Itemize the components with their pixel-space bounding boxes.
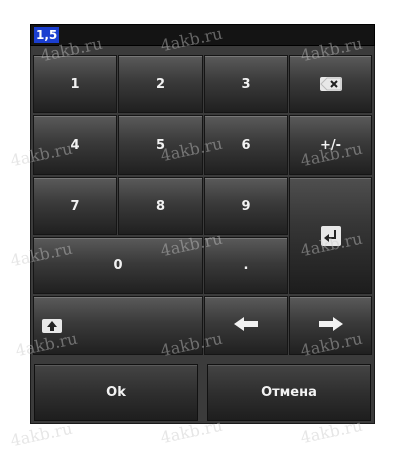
shift-up-icon: [42, 318, 62, 333]
key-4[interactable]: 4: [33, 115, 117, 175]
key-9-label: 9: [241, 198, 251, 214]
cancel-button-label: Отмена: [261, 385, 317, 400]
key-2-label: 2: [155, 76, 166, 92]
key-7[interactable]: 7: [33, 177, 117, 235]
key-9[interactable]: 9: [204, 177, 288, 235]
arrow-right-button[interactable]: [289, 296, 372, 355]
ok-button[interactable]: Ok: [34, 364, 198, 421]
key-6-label: 6: [241, 137, 251, 153]
key-6[interactable]: 6: [204, 115, 288, 175]
key-5-label: 5: [155, 137, 166, 153]
display-value-text: 1,5: [34, 27, 60, 43]
key-1[interactable]: 1: [33, 55, 117, 113]
key-2[interactable]: 2: [118, 55, 203, 113]
cancel-button[interactable]: Отмена: [207, 364, 371, 421]
key-1-label: 1: [70, 76, 80, 92]
sign-toggle-label: +/-: [319, 137, 342, 153]
key-8[interactable]: 8: [118, 177, 203, 235]
shift-button[interactable]: [33, 296, 203, 355]
enter-button[interactable]: [289, 177, 372, 294]
key-0-label: 0: [113, 258, 123, 273]
key-8-label: 8: [155, 198, 166, 214]
key-3[interactable]: 3: [204, 55, 288, 113]
key-4-label: 4: [70, 137, 80, 153]
arrow-left-button[interactable]: [204, 296, 288, 355]
value-display[interactable]: 1,5: [30, 24, 375, 46]
arrow-left-icon: [233, 316, 259, 336]
sign-toggle-button[interactable]: +/-: [289, 115, 372, 175]
enter-icon: [320, 225, 341, 246]
arrow-right-icon: [318, 316, 344, 336]
ok-button-label: Ok: [106, 385, 126, 400]
backspace-icon: [319, 77, 342, 91]
key-5[interactable]: 5: [118, 115, 203, 175]
decimal-button[interactable]: .: [204, 237, 288, 294]
key-7-label: 7: [70, 198, 80, 214]
key-0[interactable]: 0: [33, 237, 203, 294]
decimal-label: .: [243, 258, 249, 273]
key-3-label: 3: [241, 76, 251, 92]
backspace-button[interactable]: [289, 55, 372, 113]
